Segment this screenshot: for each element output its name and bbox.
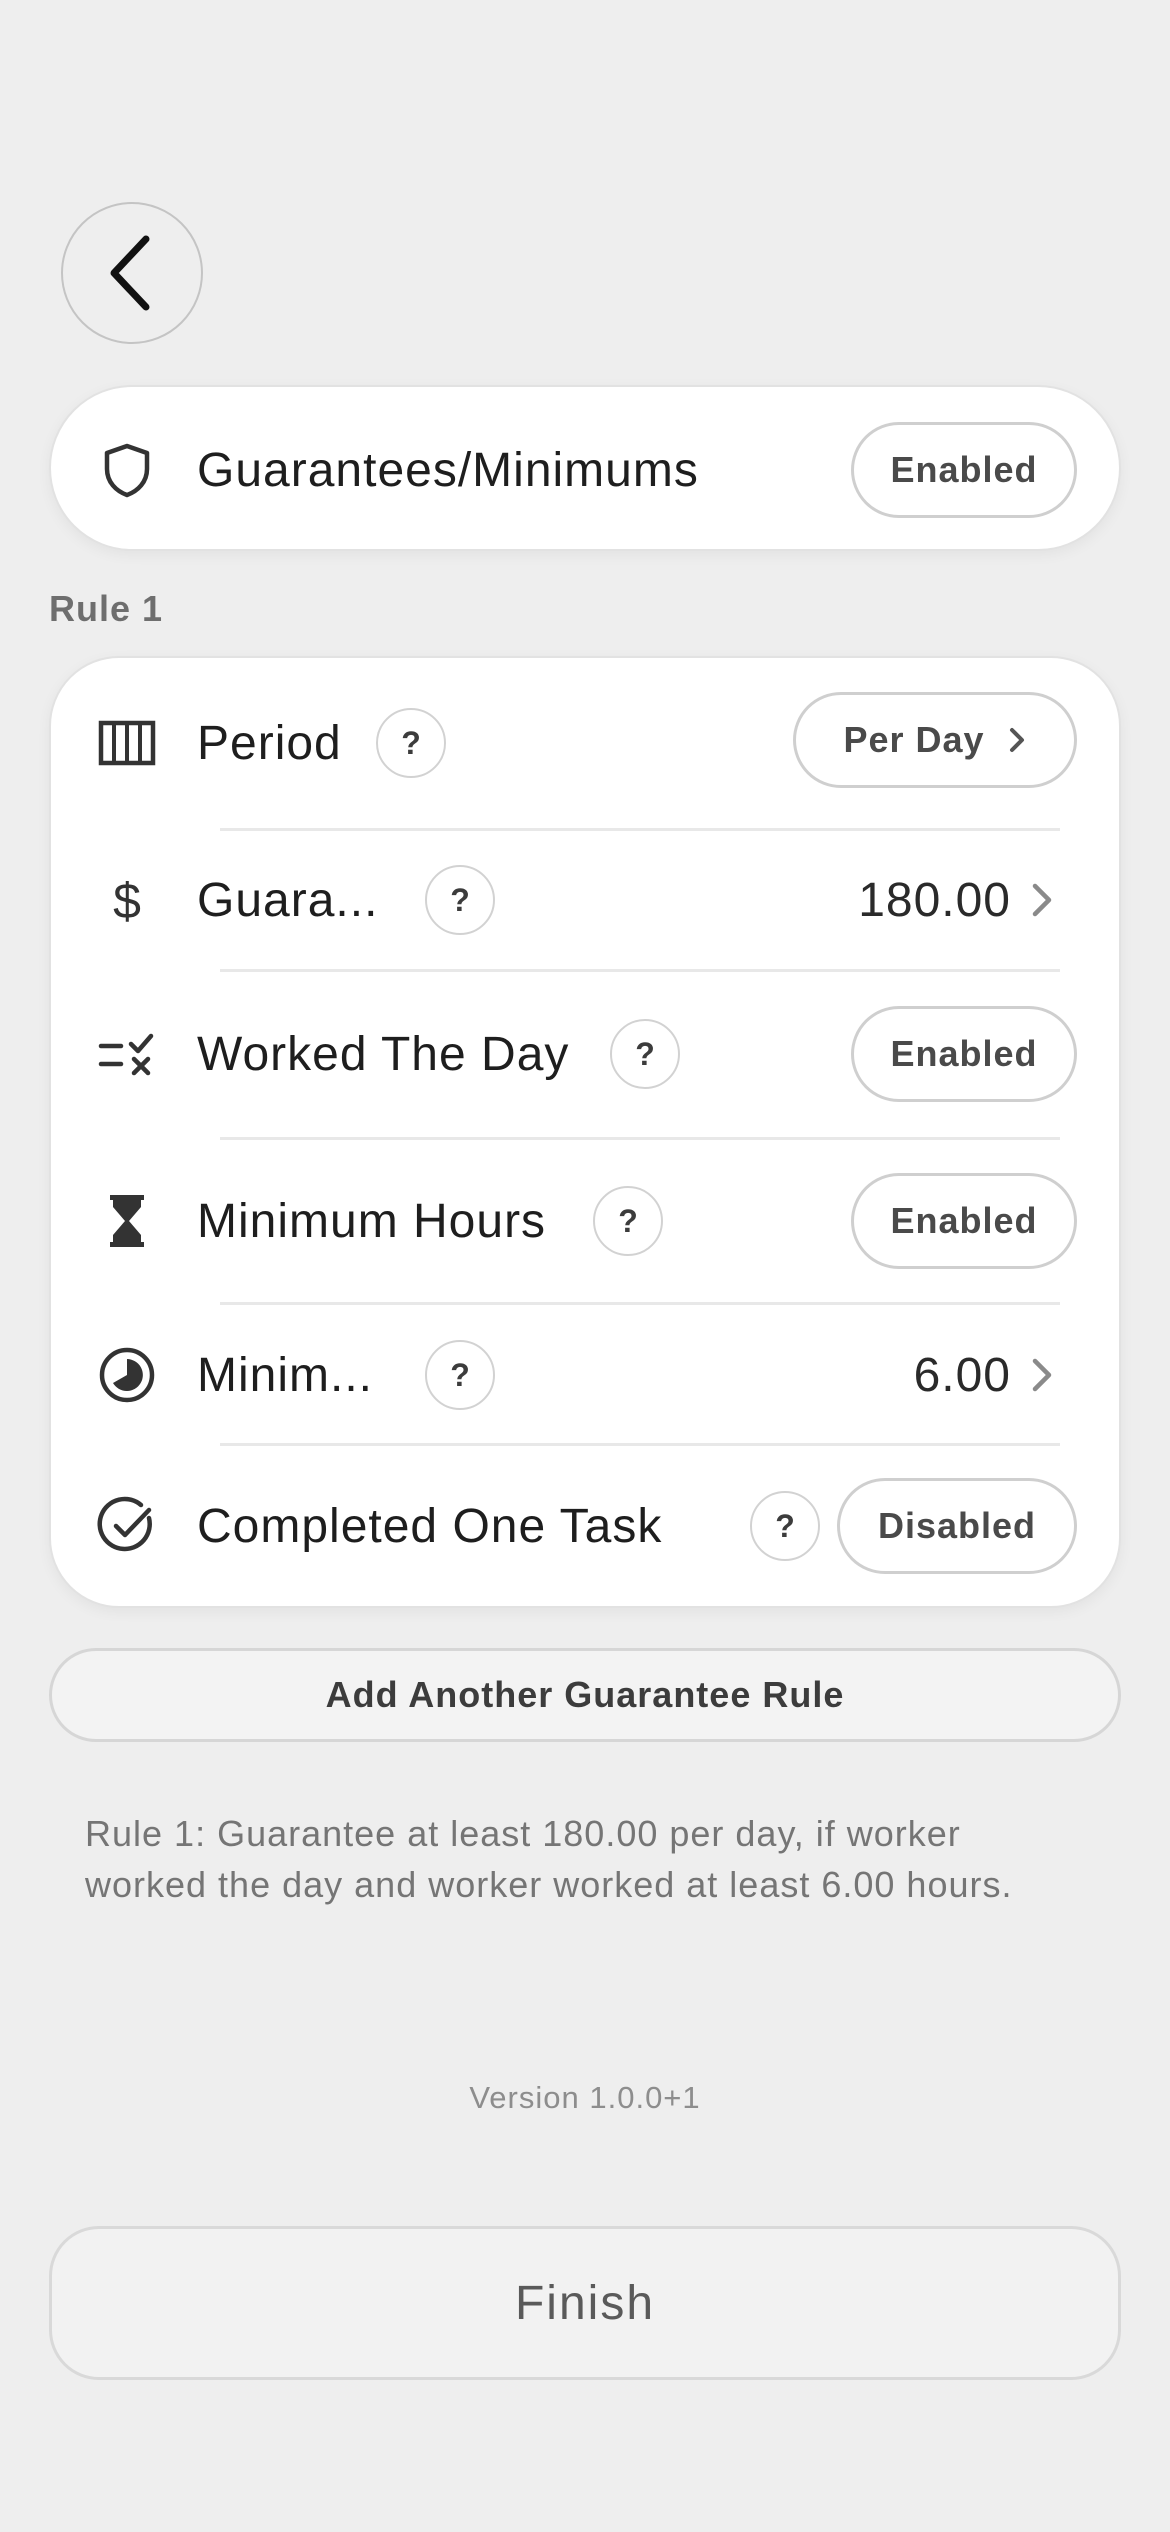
period-select[interactable]: Per Day — [793, 692, 1077, 788]
guarantees-header-card: Guarantees/Minimums Enabled — [49, 385, 1121, 551]
period-value: Per Day — [843, 719, 985, 760]
chevron-left-icon — [110, 235, 150, 311]
worked-the-day-toggle[interactable]: Enabled — [851, 1006, 1077, 1102]
minimum-hours-row: Minimum Hours ? Enabled — [51, 1140, 1123, 1302]
rule-card: Period ? Per Day $ Guara... ? 180.00 Wor… — [49, 656, 1121, 1608]
version-label: Version 1.0.0+1 — [469, 2080, 701, 2115]
list-check-x-icon — [97, 1024, 157, 1084]
finish-button[interactable]: Finish — [49, 2226, 1121, 2380]
completed-one-task-label: Completed One Task — [197, 1500, 663, 1553]
guarantee-value: 180.00 — [858, 874, 1011, 927]
minimum-hours-toggle[interactable]: Enabled — [851, 1173, 1077, 1269]
guarantee-amount-row[interactable]: $ Guara... ? 180.00 — [51, 831, 1123, 969]
guarantee-label: Guara... — [197, 874, 379, 927]
rule-summary: Rule 1: Guarantee at least 180.00 per da… — [85, 1813, 1013, 1905]
completed-one-task-help-button[interactable]: ? — [750, 1491, 820, 1561]
columns-icon — [97, 713, 157, 773]
completed-one-task-toggle[interactable]: Disabled — [837, 1478, 1077, 1574]
svg-text:$: $ — [113, 873, 141, 929]
worked-the-day-help-button[interactable]: ? — [610, 1019, 680, 1089]
minimum-hours-value: 6.00 — [913, 1349, 1011, 1402]
minimum-hours-help-button[interactable]: ? — [593, 1186, 663, 1256]
minimum-value-help-button[interactable]: ? — [425, 1340, 495, 1410]
guarantees-status-toggle[interactable]: Enabled — [851, 422, 1077, 518]
pie-clock-icon — [97, 1345, 157, 1405]
chevron-right-icon — [1009, 728, 1024, 752]
guarantee-help-button[interactable]: ? — [425, 865, 495, 935]
screen: Guarantees/Minimums Enabled Rule 1 Perio… — [0, 0, 1170, 2532]
hourglass-icon — [97, 1191, 157, 1251]
minimum-hours-label: Minimum Hours — [197, 1195, 547, 1248]
worked-the-day-label: Worked The Day — [197, 1028, 570, 1081]
period-row[interactable]: Period ? Per Day — [51, 658, 1123, 828]
period-help-button[interactable]: ? — [376, 708, 446, 778]
rule-section-label: Rule 1 — [49, 588, 164, 629]
guarantees-row: Guarantees/Minimums Enabled — [51, 387, 1123, 553]
dollar-icon: $ — [97, 870, 157, 930]
period-label: Period — [197, 717, 342, 770]
back-button[interactable] — [61, 202, 203, 344]
minimum-value-label: Minim... — [197, 1349, 373, 1402]
shield-icon — [97, 440, 157, 500]
check-circle-icon — [97, 1496, 157, 1556]
completed-one-task-row: Completed One Task ? Disabled — [51, 1446, 1123, 1606]
guarantees-title: Guarantees/Minimums — [197, 444, 699, 497]
chevron-right-icon — [1032, 1358, 1052, 1392]
chevron-right-icon — [1032, 883, 1052, 917]
minimum-value-row[interactable]: Minim... ? 6.00 — [51, 1305, 1123, 1443]
worked-the-day-row: Worked The Day ? Enabled — [51, 972, 1123, 1137]
add-guarantee-rule-button[interactable]: Add Another Guarantee Rule — [49, 1648, 1121, 1742]
